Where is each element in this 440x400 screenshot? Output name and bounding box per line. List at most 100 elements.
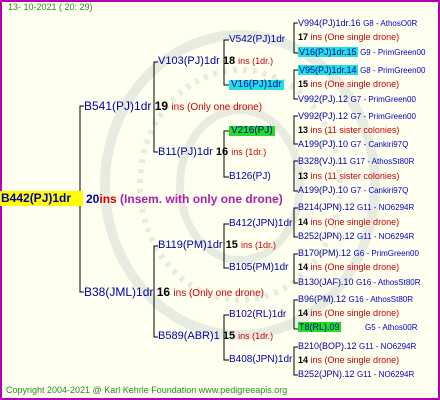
- root-ins-count: 20: [86, 192, 100, 206]
- root-insemination: 20ins (Insem. with only one drone): [86, 193, 283, 205]
- gen1-node[interactable]: B541(PJ)1dr 19 ins (Only one drone): [84, 100, 262, 113]
- gen2-node[interactable]: B119(PM)1dr 15 ins (1dr.): [158, 240, 276, 251]
- gen1-ins-note: ins (Only one drone): [173, 288, 265, 299]
- gen2-name: V103(PJ)1dr: [158, 55, 220, 67]
- gen4-node[interactable]: V994(PJ)1dr.16 G8 - AthosO0R: [298, 19, 417, 28]
- gen4-ins-note: ins (One single drone): [310, 217, 400, 227]
- gen4-breed: G7 - Cankiri97Q: [350, 186, 409, 195]
- gen4-node[interactable]: B130(JAF).10 G16 - AthosSt80R: [298, 278, 421, 287]
- gen4-name: V95(PJ)1dr.14: [298, 65, 358, 75]
- gen4-ins-note: ins (One single drone): [310, 355, 400, 365]
- gen4-breed: G8 - AthosO0R: [363, 19, 418, 28]
- gen4-name: B252(JPN).12: [298, 369, 355, 379]
- gen4-node[interactable]: A199(PJ).10 G7 - Cankiri97Q: [298, 186, 408, 195]
- gen4-name: V992(PJ).12: [298, 111, 349, 121]
- gen2-ins-count: 15: [222, 330, 236, 342]
- gen4-node[interactable]: B170(PM).12 G6 - PrimGreen00: [298, 249, 419, 258]
- gen1-ins-count: 16: [156, 285, 171, 299]
- gen3-node[interactable]: V16(PJ)1dr: [229, 80, 284, 90]
- gen2-name: B589(ABR)1: [158, 330, 220, 342]
- gen4-ins-count: 13: [298, 171, 309, 181]
- gen4-ins-count: 14: [298, 355, 309, 365]
- gen4-node[interactable]: B328(VJ).11 G17 - AthosSt80R: [298, 157, 414, 166]
- gen4-ins-note: ins (11 sister colonies): [310, 171, 400, 181]
- gen4-breed: G8 - PrimGreen00: [360, 66, 426, 75]
- gen4-breed: G7 - PrimGreen00: [350, 112, 416, 121]
- gen4-name: B252(JPN).12: [298, 231, 355, 241]
- gen4-name: B130(JAF).10: [298, 277, 354, 287]
- gen4-node[interactable]: B252(JPN).12 G11 - NO6294R: [298, 232, 414, 241]
- gen4-node[interactable]: B252(JPN).12 G11 - NO6294R: [298, 370, 414, 379]
- gen4-ins-note: ins (One single drone): [310, 79, 400, 89]
- gen2-ins-note: ins (1dr.): [240, 240, 276, 250]
- gen4-node[interactable]: V16(PJ)1dr.15 G9 - PrimGreen00: [298, 47, 426, 57]
- gen4-breed: G7 - Cankiri97Q: [350, 140, 409, 149]
- gen4-ins-note: ins (One single drone): [310, 308, 400, 318]
- gen2-ins-note: ins (1dr.): [238, 331, 274, 341]
- root-queen[interactable]: B442(PJ)1dr: [0, 191, 83, 206]
- gen4-node[interactable]: T8(RL).09 G5 - Athos00R: [298, 322, 418, 332]
- gen4-ins-count: 17: [298, 32, 309, 42]
- gen4-node[interactable]: V95(PJ)1dr.14 G8 - PrimGreen00: [298, 65, 426, 75]
- gen4-breed: G11 - NO6294R: [359, 342, 417, 351]
- gen4-node[interactable]: B96(PM).12 G16 - AthosSt80R: [298, 295, 413, 304]
- gen2-ins-note: ins (1dr.): [238, 56, 274, 66]
- gen3-node[interactable]: V216(PJ): [229, 126, 275, 136]
- gen4-name: B170(PM).12: [298, 248, 352, 258]
- gen1-name: B541(PJ)1dr: [84, 99, 152, 113]
- gen4-name: A199(PJ).10: [298, 185, 349, 195]
- gen2-ins-count: 16: [215, 146, 229, 158]
- gen4-ins: 14 ins (One single drone): [298, 356, 399, 365]
- gen2-ins-note: ins (1dr.): [231, 147, 267, 157]
- gen4-ins-count: 13: [298, 125, 309, 135]
- gen3-node[interactable]: V542(PJ)1dr: [229, 35, 285, 45]
- gen4-name: B96(PM).12: [298, 294, 347, 304]
- gen4-name: V994(PJ)1dr.16: [298, 18, 361, 28]
- gen4-breed: G6 - PrimGreen00: [353, 249, 419, 258]
- gen4-ins: 14 ins (One single drone): [298, 263, 399, 272]
- gen2-name: B119(PM)1dr: [158, 239, 223, 251]
- gen4-ins-count: 14: [298, 262, 309, 272]
- root-ins-note: (Insem. with only one drone): [120, 192, 283, 206]
- gen4-name: B210(BOP).12: [298, 341, 357, 351]
- gen4-ins-note: ins (One single drone): [310, 32, 400, 42]
- gen1-node[interactable]: B38(JML)1dr 16 ins (Only one drone): [84, 286, 264, 299]
- gen2-node[interactable]: B589(ABR)1 15 ins (1dr.): [158, 331, 273, 342]
- gen3-node[interactable]: B102(RL)1dr: [229, 310, 286, 320]
- gen4-node[interactable]: V992(PJ).12 G7 - PrimGreen00: [298, 95, 416, 104]
- gen4-ins: 17 ins (One single drone): [298, 33, 399, 42]
- gen4-ins-count: 15: [298, 79, 309, 89]
- gen4-breed: G5 - Athos00R: [365, 323, 418, 332]
- gen4-ins: 15 ins (One single drone): [298, 80, 399, 89]
- gen4-name: A199(PJ).10: [298, 139, 349, 149]
- gen3-node[interactable]: B126(PJ): [229, 172, 271, 182]
- gen4-ins: 14 ins (One single drone): [298, 218, 399, 227]
- gen4-name: B328(VJ).11: [298, 156, 348, 166]
- root-ins-label: ins: [99, 192, 117, 206]
- gen2-name: B11(PJ)1dr: [158, 146, 213, 158]
- gen4-node[interactable]: V992(PJ).12 G7 - PrimGreen00: [298, 112, 416, 121]
- gen2-node[interactable]: B11(PJ)1dr 16 ins (1dr.): [158, 147, 266, 158]
- gen4-ins: 13 ins (11 sister colonies): [298, 172, 399, 181]
- gen4-ins-count: 14: [298, 217, 309, 227]
- gen4-breed: G7 - PrimGreen00: [350, 95, 416, 104]
- gen3-node[interactable]: B408(JPN)1dr: [229, 355, 292, 365]
- gen4-breed: G9 - PrimGreen00: [360, 48, 426, 57]
- gen4-name: B214(JPN).12: [298, 202, 355, 212]
- gen3-node[interactable]: B412(JPN)1dr: [229, 219, 292, 229]
- gen2-node[interactable]: V103(PJ)1dr 18 ins (1dr.): [158, 56, 273, 67]
- gen1-ins-count: 19: [154, 99, 169, 113]
- gen4-breed: G11 - NO6294R: [357, 203, 415, 212]
- gen1-ins-note: ins (Only one drone): [171, 102, 263, 113]
- gen4-node[interactable]: B210(BOP).12 G11 - NO6294R: [298, 342, 416, 351]
- gen4-name: V16(PJ)1dr.15: [298, 47, 358, 57]
- gen2-ins-count: 15: [225, 239, 238, 251]
- gen3-node[interactable]: B105(PM)1dr: [229, 263, 288, 273]
- gen4-ins-count: 14: [298, 308, 309, 318]
- gen4-node[interactable]: A199(PJ).10 G7 - Cankiri97Q: [298, 140, 408, 149]
- gen4-ins: 13 ins (11 sister colonies): [298, 126, 399, 135]
- gen4-breed: G16 - AthosSt80R: [356, 278, 421, 287]
- gen4-name: V992(PJ).12: [298, 94, 349, 104]
- gen4-node[interactable]: B214(JPN).12 G11 - NO6294R: [298, 203, 414, 212]
- gen4-ins: 14 ins (One single drone): [298, 309, 399, 318]
